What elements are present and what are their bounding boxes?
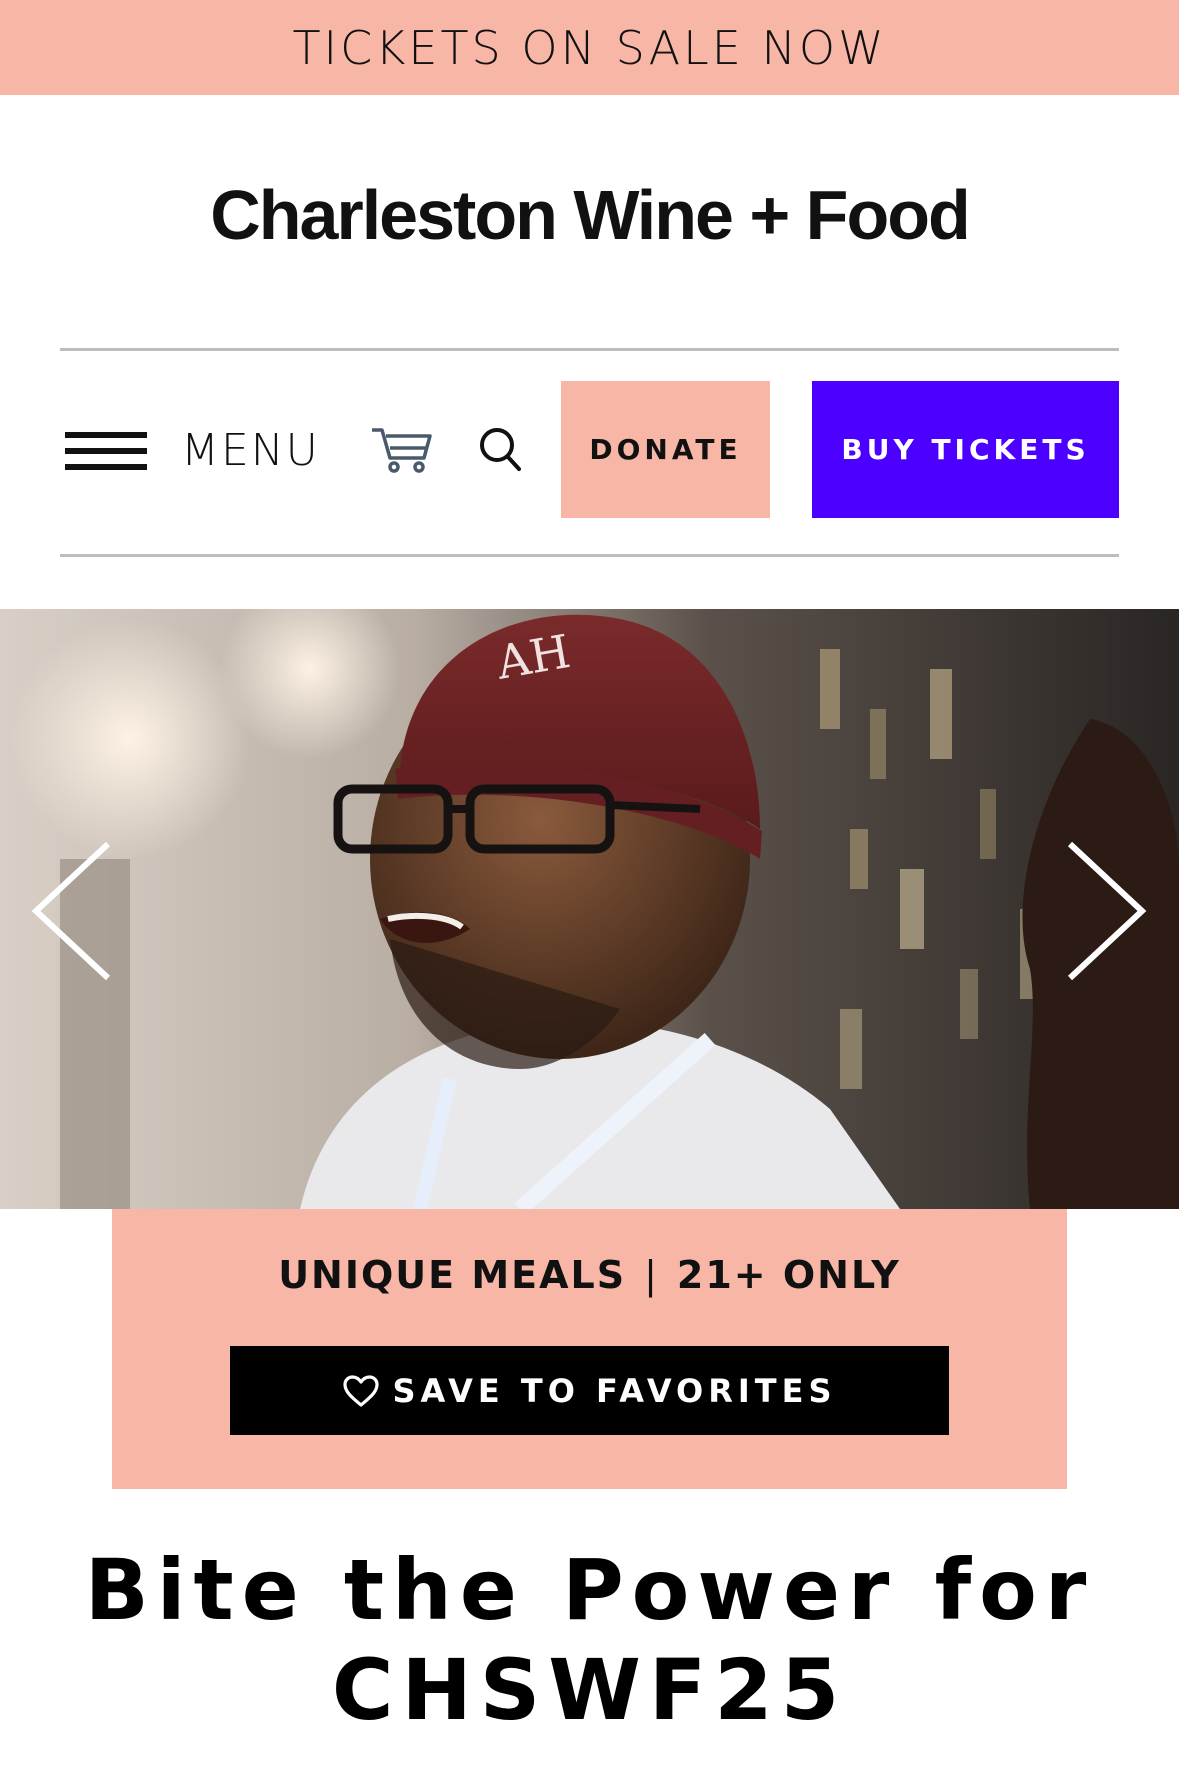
hamburger-icon [65,424,147,476]
event-tags: UNIQUE MEALS | 21+ ONLY [112,1253,1067,1297]
site-logo[interactable]: Charleston Wine + Food [0,175,1179,255]
tag-separator: | [644,1253,659,1297]
banner-text[interactable]: TICKETS ON SALE NOW [292,21,886,75]
save-to-favorites-button[interactable]: SAVE TO FAVORITES [230,1346,949,1435]
nav-divider-top [60,348,1119,351]
announcement-banner[interactable]: TICKETS ON SALE NOW [0,0,1179,95]
heart-icon [343,1374,380,1407]
event-info-card: UNIQUE MEALS | 21+ ONLY SAVE TO FAVORITES [112,1209,1067,1489]
menu-button[interactable]: MENU [65,420,320,480]
event-title-line-1: Bite the Power for [84,1541,1095,1639]
hero-carousel[interactable]: AH [0,609,1179,1209]
chevron-right-icon[interactable] [1060,836,1150,986]
nav-divider-bottom [60,554,1119,557]
save-to-favorites-label: SAVE TO FAVORITES [392,1371,837,1410]
event-title-line-2: CHSWF25 [331,1641,848,1739]
search-icon[interactable] [478,426,522,472]
chevron-left-icon[interactable] [28,836,118,986]
buy-tickets-button[interactable]: BUY TICKETS [812,381,1119,518]
donate-button[interactable]: DONATE [561,381,770,518]
tag-age-limit: 21+ ONLY [676,1253,901,1297]
event-title: Bite the Power for CHSWF25 [0,1540,1179,1740]
cart-icon[interactable] [370,424,434,474]
tag-unique-meals: UNIQUE MEALS [278,1253,627,1297]
hero-photo: AH [0,609,1179,1209]
menu-label: MENU [181,424,320,476]
